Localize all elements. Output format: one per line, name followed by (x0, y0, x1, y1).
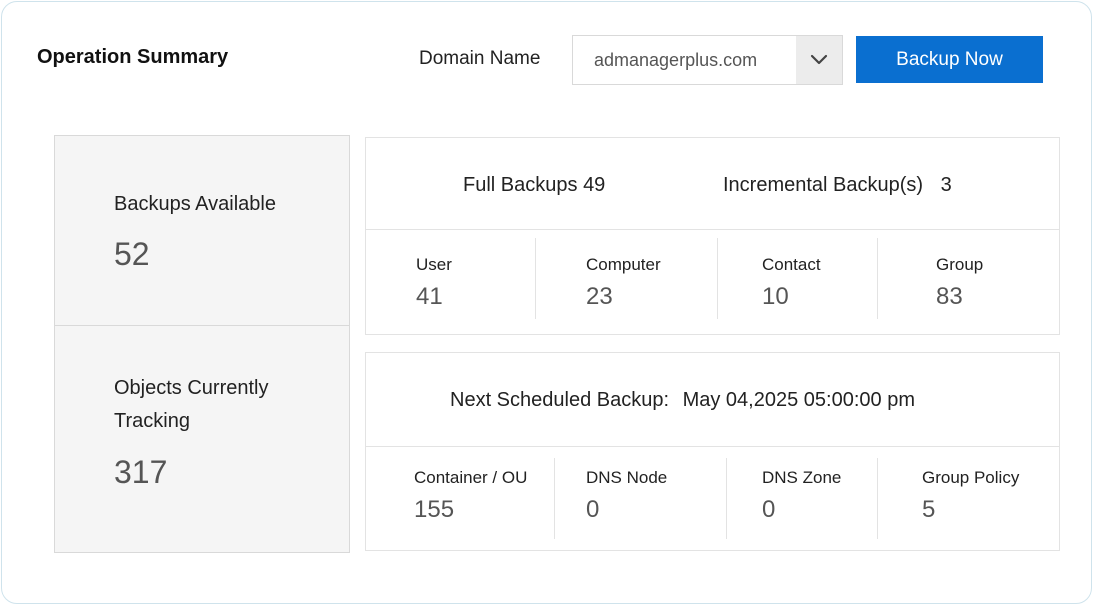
page-title: Operation Summary (37, 46, 229, 68)
stat-value: 5 (922, 496, 936, 523)
objects-tracking-card: Objects Currently Tracking 317 (54, 325, 350, 553)
next-backup-value: May 04,2025 05:00:00 pm (682, 389, 915, 411)
chevron-down-icon[interactable] (796, 36, 842, 84)
divider (554, 458, 555, 539)
backups-available-label: Backups Available (114, 193, 276, 215)
objects-tracking-value: 317 (114, 454, 168, 490)
stat-label: Contact (762, 255, 821, 274)
domain-select[interactable]: admanagerplus.com (572, 35, 843, 85)
next-backup-label: Next Scheduled Backup: (450, 389, 670, 411)
full-backups-value: 49 (583, 174, 606, 196)
stat-label: User (416, 255, 452, 274)
next-scheduled-backup: Next Scheduled Backup: May 04,2025 05:00… (450, 389, 915, 412)
stat-value: 0 (586, 496, 600, 523)
stat-value: 155 (414, 496, 455, 523)
stat-label: Group Policy (922, 468, 1020, 487)
stat-label: DNS Node (586, 468, 668, 487)
divider (726, 458, 727, 539)
schedule-panel: Next Scheduled Backup: May 04,2025 05:00… (365, 352, 1060, 551)
divider (877, 458, 878, 539)
stat-label: Container / OU (414, 468, 528, 487)
backups-available-value: 52 (114, 236, 150, 272)
incremental-backups-value: 3 (940, 174, 952, 196)
stat-value: 10 (762, 283, 789, 310)
schedule-header: Next Scheduled Backup: May 04,2025 05:00… (366, 353, 1059, 447)
stat-value: 0 (762, 496, 776, 523)
incremental-backups-label: Incremental Backup(s) (723, 174, 924, 196)
stat-value: 41 (416, 283, 443, 310)
backup-now-button[interactable]: Backup Now (856, 36, 1043, 83)
stat-label: DNS Zone (762, 468, 842, 487)
divider (535, 238, 536, 319)
backups-breakdown-panel: Full Backups 49 Incremental Backup(s) 3 … (365, 137, 1060, 335)
divider (877, 238, 878, 319)
domain-name-label: Domain Name (419, 48, 541, 69)
stat-label: Computer (586, 255, 661, 274)
objects-tracking-label-line2: Tracking (114, 410, 190, 432)
stat-value: 83 (936, 283, 963, 310)
divider (717, 238, 718, 319)
domain-select-value: admanagerplus.com (594, 49, 758, 70)
backups-available-card: Backups Available 52 (54, 135, 350, 326)
full-backups-summary: Full Backups 49 (463, 174, 605, 197)
stat-value: 23 (586, 283, 613, 310)
backups-breakdown-header: Full Backups 49 Incremental Backup(s) 3 (366, 138, 1059, 230)
objects-tracking-label-line1: Objects Currently (114, 377, 269, 399)
full-backups-label: Full Backups (463, 174, 578, 196)
stat-label: Group (936, 255, 984, 274)
incremental-backups-summary: Incremental Backup(s) 3 (723, 174, 952, 197)
